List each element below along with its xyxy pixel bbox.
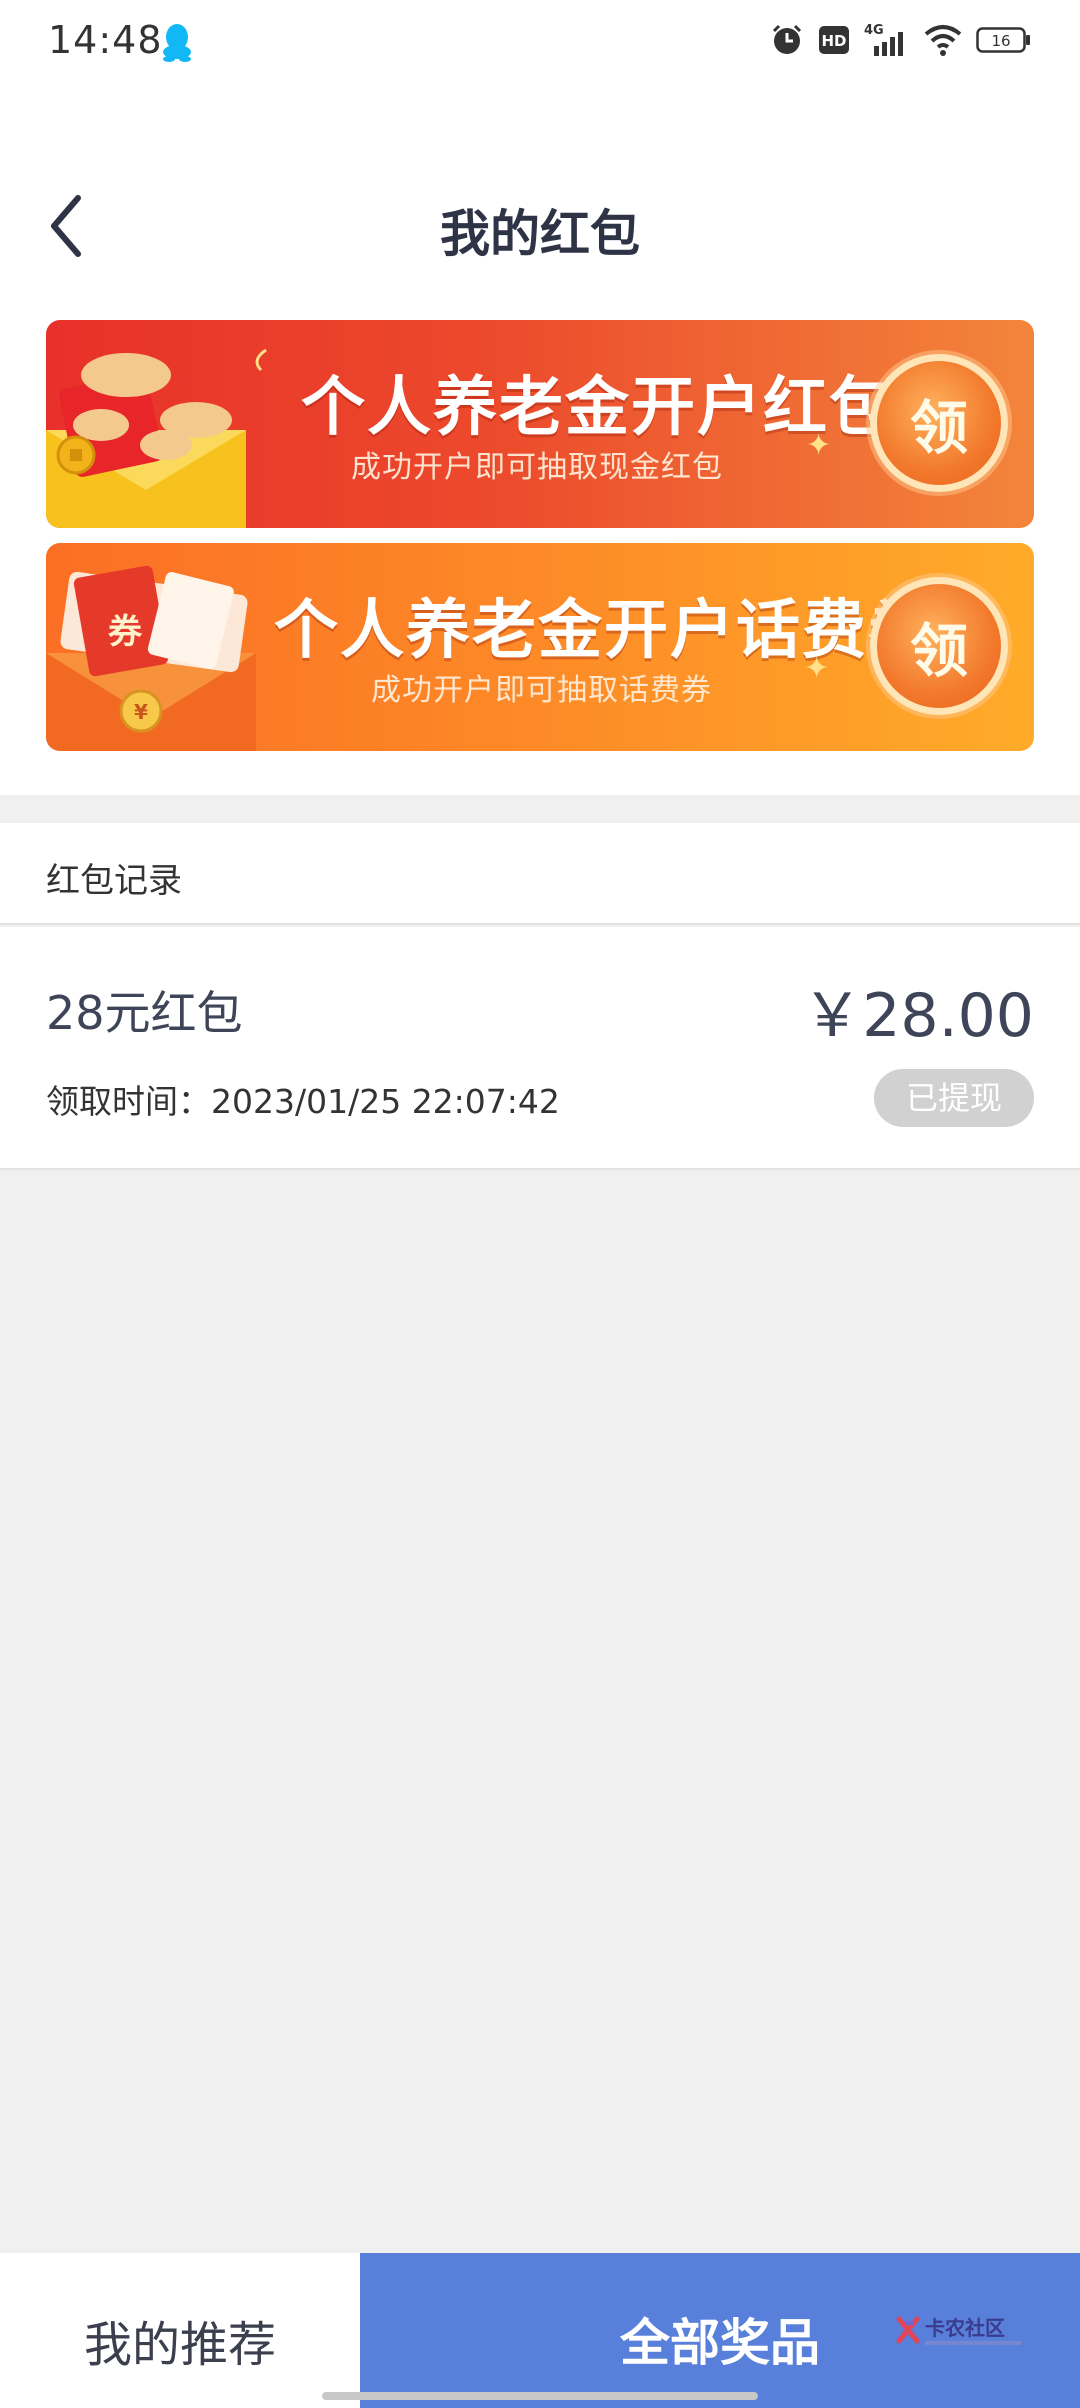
qq-icon — [163, 24, 191, 62]
claim-button-label: 领 — [909, 617, 968, 685]
hd-icon: HD — [819, 26, 849, 54]
page-title: 我的红包 — [440, 205, 640, 263]
record-amount: ￥28.00 — [802, 981, 1034, 1051]
home-indicator[interactable] — [322, 2392, 758, 2400]
alarm-icon — [772, 24, 802, 54]
signal-icon: 4G — [864, 23, 903, 56]
hd-label: HD — [821, 32, 846, 50]
claim-button[interactable]: 领 — [870, 354, 1008, 492]
tab-my-recommendations[interactable]: 我的推荐 — [0, 2253, 360, 2408]
voucher-envelope-illustration: 券 ¥ — [46, 565, 256, 751]
status-badge: 已提现 — [874, 1069, 1034, 1127]
coin-symbol: ¥ — [134, 700, 148, 724]
status-bar: 14:48 HD 4G 16 — [0, 0, 1080, 84]
sparkle-icon: ✦ — [806, 428, 832, 463]
banner-title: 个人养老金开户话费券 — [274, 594, 934, 668]
records-title: 红包记录 — [46, 861, 182, 901]
status-icons: HD 4G 16 — [770, 22, 1032, 58]
list-item[interactable]: 28元红包 ￥28.00 领取时间：2023/01/25 22:07:42 已提… — [0, 927, 1080, 1170]
voucher-label: 券 — [108, 612, 143, 652]
claim-button-label: 领 — [909, 394, 968, 462]
status-time: 14:48 — [48, 18, 163, 62]
network-label: 4G — [864, 23, 884, 38]
claim-button[interactable]: 领 — [870, 577, 1008, 715]
page: 14:48 HD 4G 16 我的红包 个人养老金开户红包 成功开户即可抽取现金… — [0, 0, 1080, 2408]
battery-icon: 16 — [976, 27, 1030, 53]
records-header: 红包记录 — [0, 823, 1080, 925]
record-name: 28元红包 — [46, 986, 243, 1040]
nav-bar: 我的红包 — [0, 170, 1080, 280]
record-time: 领取时间：2023/01/25 22:07:42 — [46, 1082, 560, 1121]
battery-level: 16 — [991, 32, 1010, 50]
pension-phone-voucher-banner[interactable]: 券 ¥ 个人养老金开户话费券 成功开户即可抽取话费券 ✦ 领 — [46, 543, 1034, 751]
banner-subtitle: 成功开户即可抽取现金红包 — [351, 450, 723, 485]
watermark-text: 卡农社区 — [925, 2316, 1005, 2340]
tab-all-prizes[interactable]: 全部奖品 卡农社区 — [360, 2253, 1080, 2408]
banner-subtitle: 成功开户即可抽取话费券 — [371, 673, 712, 708]
sparkle-icon: ✦ — [804, 651, 830, 686]
tab-label: 我的推荐 — [83, 2317, 276, 2373]
wifi-icon — [924, 25, 962, 56]
pension-red-packet-banner[interactable]: 个人养老金开户红包 成功开户即可抽取现金红包 ✦ 领 — [46, 320, 1034, 528]
bottom-tab-bar: 我的推荐 全部奖品 卡农社区 — [0, 2253, 1080, 2408]
red-envelope-illustration — [46, 348, 267, 528]
watermark-logo: 卡农社区 — [896, 2316, 1021, 2345]
